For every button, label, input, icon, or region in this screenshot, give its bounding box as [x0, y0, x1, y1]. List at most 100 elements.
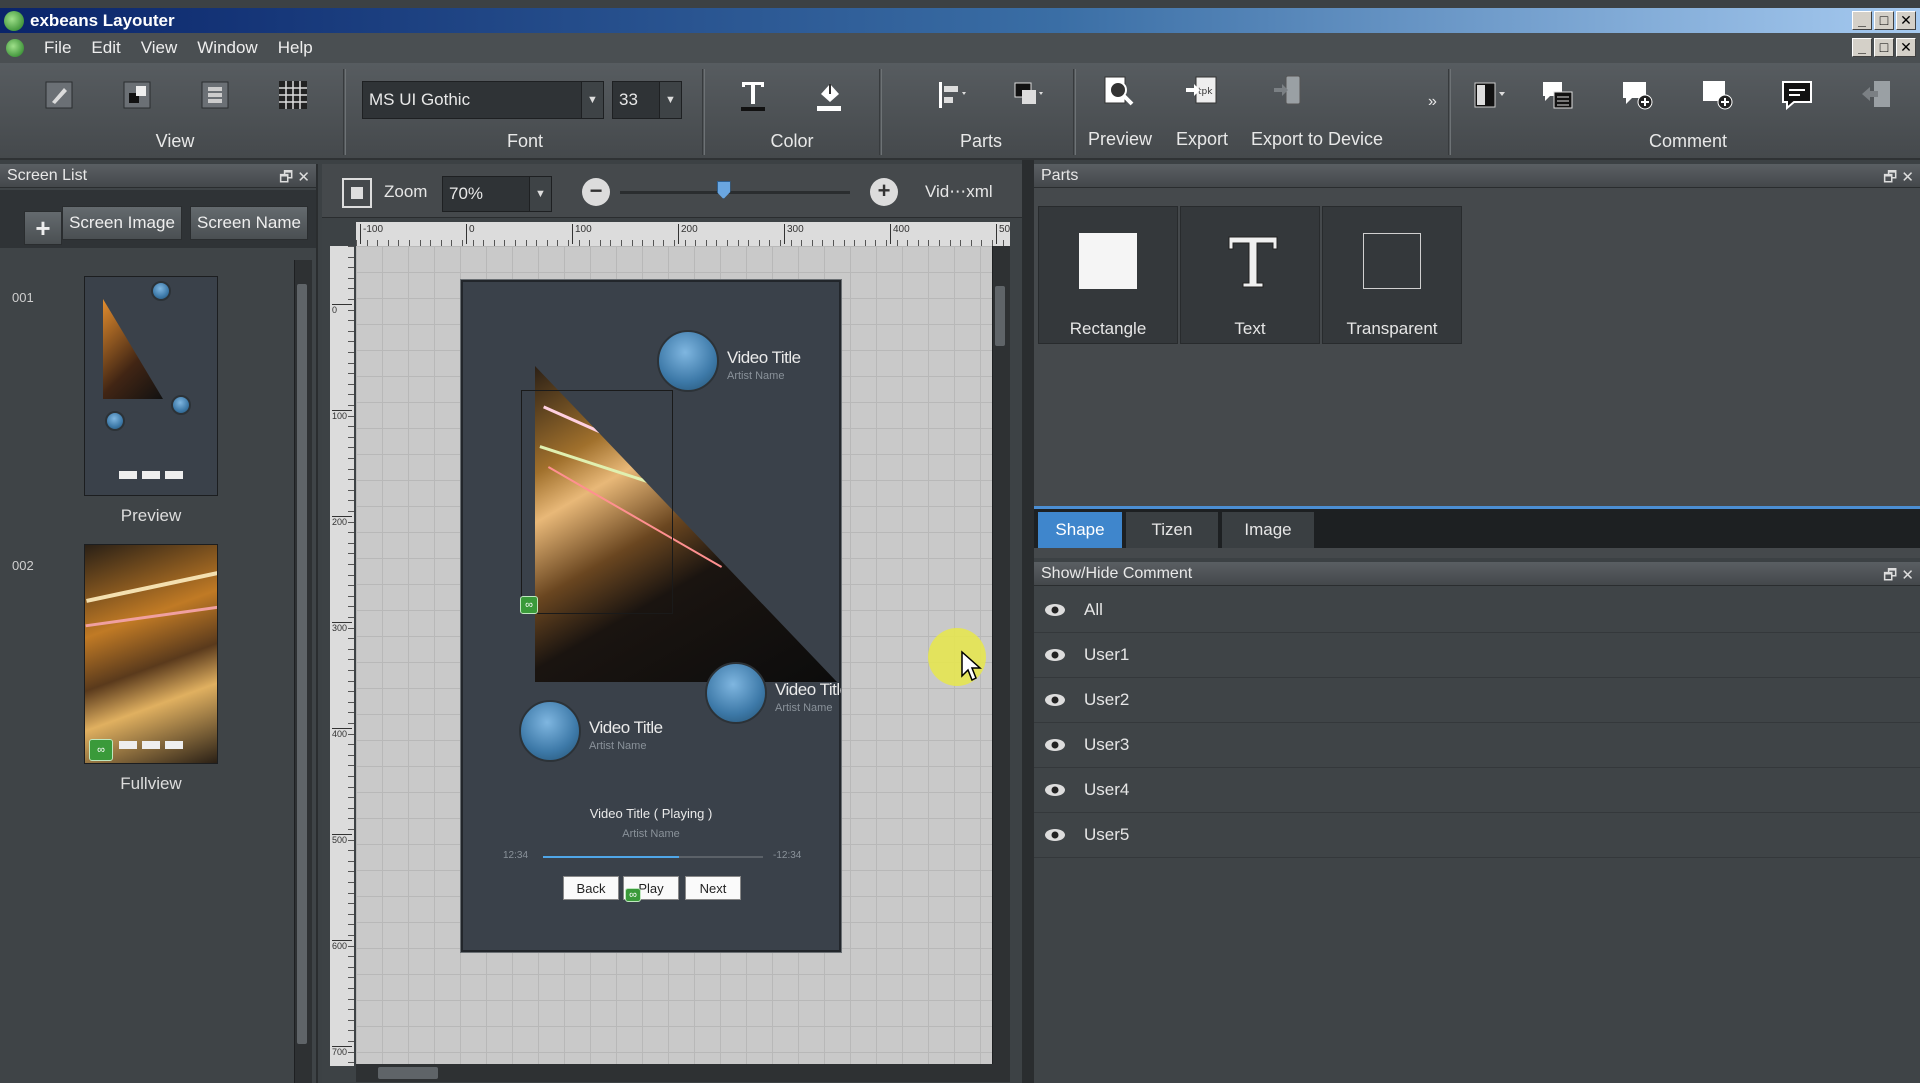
screen-list-scrollbar[interactable]: [294, 260, 312, 1083]
comment-bubble-button[interactable]: [1776, 75, 1818, 115]
eye-icon[interactable]: [1044, 693, 1066, 707]
export-button[interactable]: tpk: [1180, 71, 1222, 111]
panel-float-close-icon[interactable]: 🗗 ✕: [1883, 167, 1914, 192]
transparent-rect-icon: [1363, 233, 1421, 289]
menu-window[interactable]: Window: [187, 38, 267, 58]
preview-button[interactable]: [1098, 71, 1140, 111]
screen-image-button[interactable]: Screen Image: [62, 206, 182, 240]
menu-file[interactable]: File: [34, 38, 81, 58]
part-rectangle[interactable]: Rectangle: [1038, 206, 1178, 344]
export-label[interactable]: Export: [1176, 129, 1228, 150]
part-label: Text: [1234, 319, 1266, 338]
design-canvas[interactable]: ∞ Video Title Artist Name Video Title Ar…: [356, 246, 1010, 1066]
toolbar-overflow-button[interactable]: »: [1428, 93, 1437, 111]
grid-view-button[interactable]: [272, 75, 314, 115]
canvas-toolbar: Zoom 70% ▼ − + Vid⋯xml: [322, 164, 1022, 218]
comment-row-user1[interactable]: User1: [1034, 633, 1920, 678]
tab-tizen[interactable]: Tizen: [1126, 512, 1218, 548]
comment-row-user3[interactable]: User3: [1034, 723, 1920, 768]
document-icon[interactable]: [6, 39, 24, 57]
rectangle-icon: [1079, 233, 1137, 289]
speech-bubble-icon: [1782, 81, 1812, 111]
zoom-slider[interactable]: [620, 181, 850, 199]
maximize-button[interactable]: □: [1874, 11, 1894, 30]
time-elapsed: 12:34: [503, 850, 529, 861]
comment-row-user2[interactable]: User2: [1034, 678, 1920, 723]
font-family-value: MS UI Gothic: [369, 90, 471, 109]
zoom-value: 70%: [449, 184, 484, 203]
font-group: MS UI Gothic ▼ 33 ▼ Font: [350, 63, 700, 160]
zoom-in-icon[interactable]: +: [870, 178, 898, 206]
doc-close-button[interactable]: ✕: [1896, 38, 1916, 57]
chevron-down-icon: ▼: [581, 82, 603, 118]
zoom-slider-handle[interactable]: [716, 181, 731, 199]
menu-bar: File Edit View Window Help _ □ ✕: [0, 33, 1920, 63]
back-button[interactable]: Back: [563, 876, 619, 900]
link-icon[interactable]: ∞: [625, 888, 641, 902]
tab-image[interactable]: Image: [1222, 512, 1314, 548]
part-transparent[interactable]: Transparent: [1322, 206, 1462, 344]
parts-tabs: Shape Tizen Image: [1034, 506, 1920, 548]
progress-track[interactable]: [543, 856, 763, 858]
screen-thumbnail-preview[interactable]: [84, 276, 218, 496]
comment-list-button[interactable]: [1536, 75, 1578, 115]
eye-icon[interactable]: [1044, 648, 1066, 662]
comment-panel-icon: [1474, 82, 1505, 108]
add-screen-button[interactable]: +: [24, 211, 62, 245]
screen-mockup[interactable]: ∞ Video Title Artist Name Video Title Ar…: [461, 280, 841, 952]
preview-label[interactable]: Preview: [1088, 129, 1152, 150]
edit-view-button[interactable]: [38, 75, 80, 115]
screen-thumbnail-fullview[interactable]: ∞: [84, 544, 218, 764]
comment-display-button[interactable]: [1466, 75, 1514, 115]
comment-export-button[interactable]: [1856, 75, 1898, 115]
menu-edit[interactable]: Edit: [81, 38, 130, 58]
menu-view[interactable]: View: [131, 38, 188, 58]
comment-row-all[interactable]: All: [1034, 588, 1920, 633]
panel-splitter[interactable]: [1022, 160, 1034, 1083]
screen-name-button[interactable]: Screen Name: [190, 206, 308, 240]
canvas-vertical-scrollbar[interactable]: [992, 246, 1010, 1066]
panel-float-close-icon[interactable]: 🗗 ✕: [279, 167, 310, 192]
zoom-label: Zoom: [384, 182, 428, 201]
layer-view-button[interactable]: [116, 75, 158, 115]
fit-to-screen-icon[interactable]: [342, 178, 372, 208]
font-size-select[interactable]: 33 ▼: [612, 81, 682, 119]
add-comment-button[interactable]: [1616, 75, 1658, 115]
fill-color-button[interactable]: [808, 75, 850, 115]
doc-restore-button[interactable]: □: [1874, 38, 1894, 57]
canvas-horizontal-scrollbar[interactable]: [356, 1064, 1010, 1082]
arrange-button[interactable]: [998, 75, 1058, 115]
menu-help[interactable]: Help: [268, 38, 323, 58]
zoom-out-icon[interactable]: −: [582, 178, 610, 206]
comment-row-user5[interactable]: User5: [1034, 813, 1920, 858]
main-toolbar: View MS UI Gothic ▼ 33 ▼ Font Color Part…: [0, 63, 1920, 160]
font-family-select[interactable]: MS UI Gothic ▼: [362, 81, 604, 119]
comment-list-icon: [1543, 82, 1573, 109]
view-group-label: View: [155, 131, 195, 151]
video-title: Video Title: [727, 348, 801, 367]
parts-title: Parts: [1041, 166, 1079, 184]
close-button[interactable]: ✕: [1896, 11, 1916, 30]
add-reply-button[interactable]: [1696, 75, 1738, 115]
tab-shape[interactable]: Shape: [1038, 512, 1122, 548]
export-to-device-button[interactable]: [1268, 71, 1310, 111]
eye-icon[interactable]: [1044, 738, 1066, 752]
link-icon[interactable]: ∞: [520, 596, 538, 614]
list-view-button[interactable]: [194, 75, 236, 115]
magnifier-icon: [1104, 76, 1134, 106]
text-color-button[interactable]: [732, 75, 774, 115]
minimize-button[interactable]: _: [1852, 11, 1872, 30]
align-button[interactable]: [922, 75, 982, 115]
eye-icon[interactable]: [1044, 603, 1066, 617]
eye-icon[interactable]: [1044, 828, 1066, 842]
export-to-device-label[interactable]: Export to Device: [1251, 129, 1383, 150]
selection-box[interactable]: [521, 390, 673, 614]
panel-float-close-icon[interactable]: 🗗 ✕: [1883, 565, 1914, 590]
part-text[interactable]: Text: [1180, 206, 1320, 344]
eye-icon[interactable]: [1044, 783, 1066, 797]
align-left-icon: [939, 82, 966, 108]
next-button[interactable]: Next: [685, 876, 741, 900]
zoom-select[interactable]: 70% ▼: [442, 176, 552, 212]
doc-minimize-button[interactable]: _: [1852, 38, 1872, 57]
comment-row-user4[interactable]: User4: [1034, 768, 1920, 813]
